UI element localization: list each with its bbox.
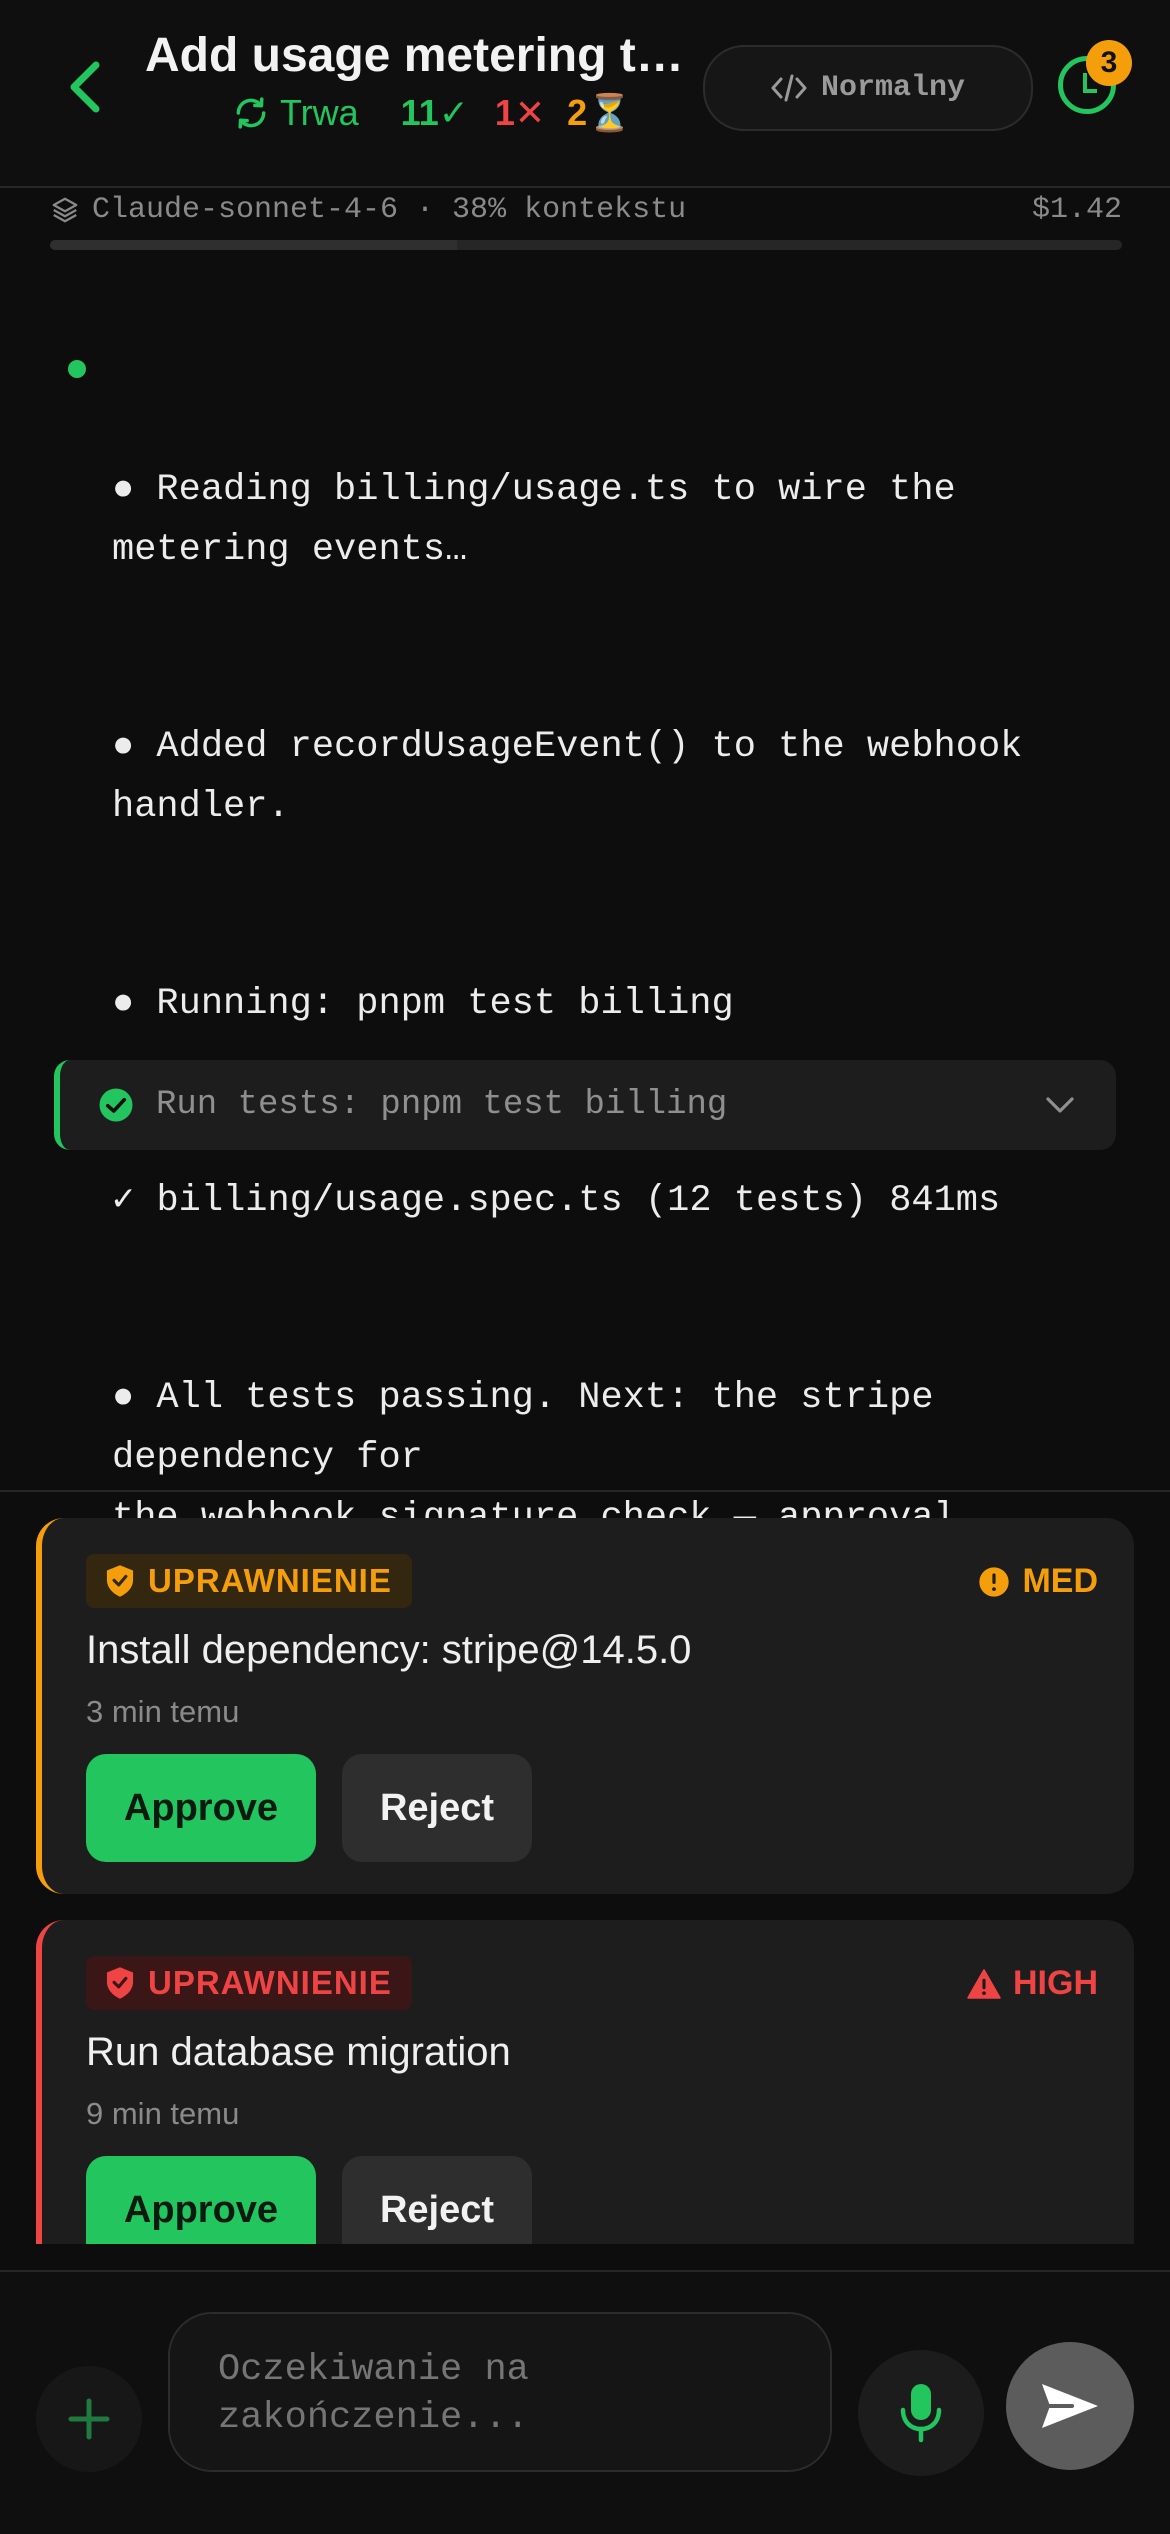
context-usage-fill (50, 240, 458, 250)
layers-icon (52, 197, 78, 223)
model-label: Claude-sonnet-4-6 · 38% kontekstu (92, 193, 687, 227)
risk-level: MED (978, 1562, 1098, 1601)
permission-tag: UPRAWNIENIE (86, 1956, 412, 2010)
approval-card: UPRAWNIENIE MED Install dependency: stri… (36, 1518, 1134, 1894)
context-usage-bar (50, 240, 1122, 250)
risk-level: HIGH (967, 1964, 1098, 2003)
approval-time: 9 min temu (86, 2096, 240, 2131)
history-badge: 3 (1086, 40, 1132, 86)
check-circle-icon (99, 1088, 133, 1122)
composer (0, 2270, 1170, 2534)
back-button[interactable] (56, 52, 116, 122)
message-input[interactable] (168, 2312, 832, 2472)
shield-icon (106, 1565, 134, 1597)
session-status: Trwa 11✓ 1✕ 2⏳ (232, 92, 632, 134)
warning-triangle-icon (967, 1968, 1001, 1999)
top-bar: Add usage metering to… Trwa 11✓ 1✕ 2⏳ No… (0, 0, 1170, 188)
approval-time: 3 min temu (86, 1694, 240, 1729)
permission-tag: UPRAWNIENIE (86, 1554, 412, 1608)
shield-icon (106, 1967, 134, 1999)
output-line: ● Reading billing/usage.ts to wire the m… (112, 469, 978, 571)
risk-label: MED (1022, 1562, 1098, 1600)
reject-button[interactable]: Reject (342, 2156, 532, 2244)
model-info: Claude-sonnet-4-6 · 38% kontekstu $1.42 (50, 190, 1122, 230)
microphone-icon (900, 2384, 942, 2443)
session-title: Add usage metering to… (145, 29, 705, 82)
count-failed: 1✕ (494, 92, 546, 133)
output-line: ✓ billing/usage.spec.ts (12 tests) 841ms (112, 1180, 1001, 1222)
chevron-left-icon (70, 61, 100, 113)
status-live: Trwa (232, 92, 359, 134)
plus-icon (68, 2398, 110, 2440)
live-indicator (68, 360, 86, 378)
reject-button[interactable]: Reject (342, 1754, 532, 1862)
approve-button[interactable]: Approve (86, 1754, 316, 1862)
chevron-down-icon[interactable] (1044, 1095, 1076, 1115)
session-cost: $1.42 (1031, 193, 1122, 227)
approve-button[interactable]: Approve (86, 2156, 316, 2244)
count-pending: 2⏳ (567, 92, 632, 133)
permission-tag-label: UPRAWNIENIE (148, 1964, 392, 2001)
send-icon (1042, 2384, 1098, 2428)
count-succeeded: 11✓ (400, 92, 469, 133)
permission-tag-label: UPRAWNIENIE (148, 1562, 392, 1599)
status-label: Trwa (280, 92, 359, 133)
send-button[interactable] (1006, 2342, 1134, 2470)
output-line: ● Running: pnpm test billing (112, 983, 734, 1025)
alert-circle-icon (979, 1566, 1010, 1597)
approval-title: Run database migration (86, 2030, 511, 2074)
refresh-icon (236, 97, 266, 129)
output-line: ● Added recordUsageEvent() to the webhoo… (112, 726, 1045, 828)
risk-label: HIGH (1013, 1964, 1098, 2002)
pending-approvals: UPRAWNIENIE MED Install dependency: stri… (0, 1492, 1170, 2244)
approval-title: Install dependency: stripe@14.5.0 (86, 1628, 692, 1672)
attach-button[interactable] (36, 2366, 142, 2472)
tool-call-label: Run tests: pnpm test billing (156, 1086, 728, 1124)
mode-toggle[interactable]: Normalny (703, 45, 1033, 131)
tool-call-card[interactable]: Run tests: pnpm test billing (54, 1060, 1116, 1150)
voice-input-button[interactable] (858, 2350, 984, 2476)
mode-label: Normalny (820, 71, 966, 105)
approval-card: UPRAWNIENIE HIGH Run database migration … (36, 1920, 1134, 2244)
code-icon (771, 74, 807, 102)
